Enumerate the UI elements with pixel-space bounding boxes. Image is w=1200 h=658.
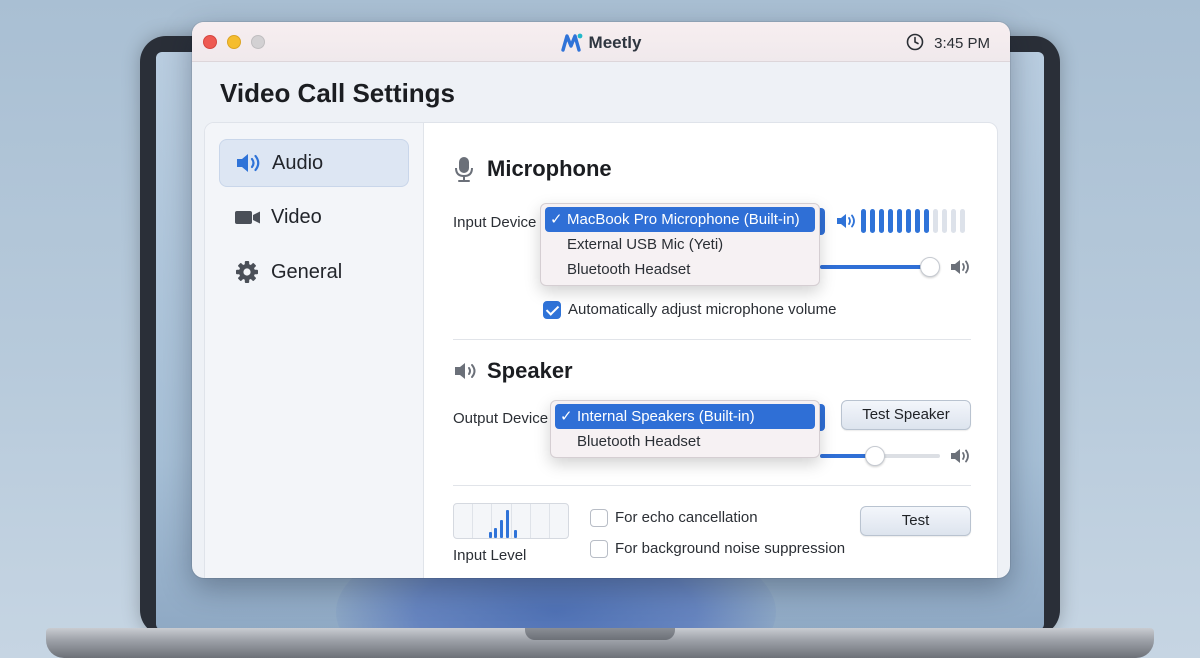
page-title: Video Call Settings	[220, 78, 456, 108]
app-title: Meetly	[192, 32, 1010, 57]
option-label: External USB Mic (Yeti)	[567, 236, 724, 253]
sidebar-item-label: General	[271, 260, 343, 283]
input-option-bluetooth-headset[interactable]: Bluetooth Headset	[545, 257, 815, 282]
input-level-speaker-icon	[835, 211, 857, 236]
app-name: Meetly	[588, 33, 642, 52]
option-label: Bluetooth Headset	[577, 433, 701, 450]
input-device-label: Input Device	[453, 214, 537, 231]
test-input-button[interactable]: Test	[860, 506, 971, 536]
input-level-label: Input Level	[453, 547, 527, 564]
graph-cell	[473, 504, 493, 538]
noise-suppression-checkbox[interactable]	[590, 540, 608, 558]
sidebar-item-label: Video	[271, 205, 322, 228]
graph-cell	[531, 504, 550, 538]
microphone-title: Microphone	[487, 156, 612, 181]
meter-bar	[879, 209, 884, 233]
meter-bar	[906, 209, 911, 233]
microphone-volume-icon	[949, 257, 971, 282]
clock-icon	[906, 33, 924, 51]
meter-bar	[924, 209, 929, 233]
sidebar-item-audio[interactable]: Audio	[219, 139, 409, 187]
clock: 3:45 PM	[906, 33, 990, 52]
checkmark-icon: ✓	[560, 408, 573, 425]
speaker-icon	[453, 360, 479, 382]
audio-settings-content: Microphone Input Device ✓ MacBook Pro Mi…	[425, 123, 997, 578]
input-device-dropdown: ✓ MacBook Pro Microphone (Built-in) Exte…	[540, 203, 820, 286]
meter-bar	[897, 209, 902, 233]
meter-bar	[933, 209, 938, 233]
meter-bar	[870, 209, 875, 233]
graph-cell	[454, 504, 474, 538]
title-bar: Meetly 3:45 PM	[192, 22, 1010, 62]
test-speaker-button[interactable]: Test Speaker	[841, 400, 971, 430]
settings-window: Meetly 3:45 PM Video Call Settings Audio	[192, 22, 1010, 578]
laptop-notch	[525, 628, 675, 640]
speaker-section-title: Speaker	[453, 358, 573, 384]
microphone-section-title: Microphone	[453, 155, 612, 183]
meter-bar	[861, 209, 866, 233]
level-bar	[500, 520, 504, 538]
option-label: Internal Speakers (Built-in)	[577, 408, 755, 425]
microphone-volume-slider[interactable]	[920, 257, 940, 277]
microphone-volume-fill	[820, 265, 930, 269]
meter-bar	[888, 209, 893, 233]
level-bar	[506, 510, 510, 538]
meter-bar	[942, 209, 947, 233]
meter-bar	[960, 209, 965, 233]
sidebar-item-general[interactable]: General	[219, 248, 409, 296]
section-divider	[453, 485, 971, 486]
microphone-input-meter	[861, 209, 965, 233]
section-divider	[453, 339, 971, 340]
sidebar: Audio Video General	[205, 123, 424, 578]
input-option-macbook-mic[interactable]: ✓ MacBook Pro Microphone (Built-in)	[545, 207, 815, 232]
graph-cell	[492, 504, 512, 538]
auto-adjust-checkbox[interactable]	[543, 301, 561, 319]
noise-suppression-label: For background noise suppression	[615, 540, 846, 557]
level-bar	[494, 528, 498, 538]
sidebar-item-label: Audio	[272, 151, 324, 174]
option-label: Bluetooth Headset	[567, 261, 691, 278]
input-level-graph	[453, 503, 569, 539]
speaker-title: Speaker	[487, 358, 573, 383]
speaker-icon	[234, 151, 264, 175]
speaker-volume-slider[interactable]	[865, 446, 885, 466]
output-option-internal-speakers[interactable]: ✓ Internal Speakers (Built-in)	[555, 404, 815, 429]
auto-adjust-label: Automatically adjust microphone volume	[568, 301, 837, 318]
meter-bar	[915, 209, 920, 233]
level-bar	[513, 530, 517, 538]
meter-bar	[951, 209, 956, 233]
clock-time: 3:45 PM	[934, 35, 990, 52]
echo-cancellation-checkbox[interactable]	[590, 509, 608, 527]
checkmark-icon: ✓	[550, 211, 563, 228]
input-option-usb-mic[interactable]: External USB Mic (Yeti)	[545, 232, 815, 257]
echo-cancellation-label: For echo cancellation	[615, 509, 758, 526]
microphone-icon	[453, 155, 479, 183]
speaker-volume-icon	[949, 446, 971, 471]
graph-cell	[512, 504, 531, 538]
output-option-bluetooth-headset[interactable]: Bluetooth Headset	[555, 429, 815, 454]
settings-panel: Audio Video General Microphone Input Dev…	[204, 122, 998, 578]
output-device-dropdown: ✓ Internal Speakers (Built-in) Bluetooth…	[550, 400, 820, 458]
video-camera-icon	[233, 205, 263, 229]
gear-icon	[233, 260, 263, 284]
option-label: MacBook Pro Microphone (Built-in)	[567, 211, 800, 228]
graph-cell	[550, 504, 568, 538]
sidebar-item-video[interactable]: Video	[219, 193, 409, 241]
output-device-label: Output Device	[453, 410, 549, 427]
meetly-logo-icon	[560, 32, 583, 57]
